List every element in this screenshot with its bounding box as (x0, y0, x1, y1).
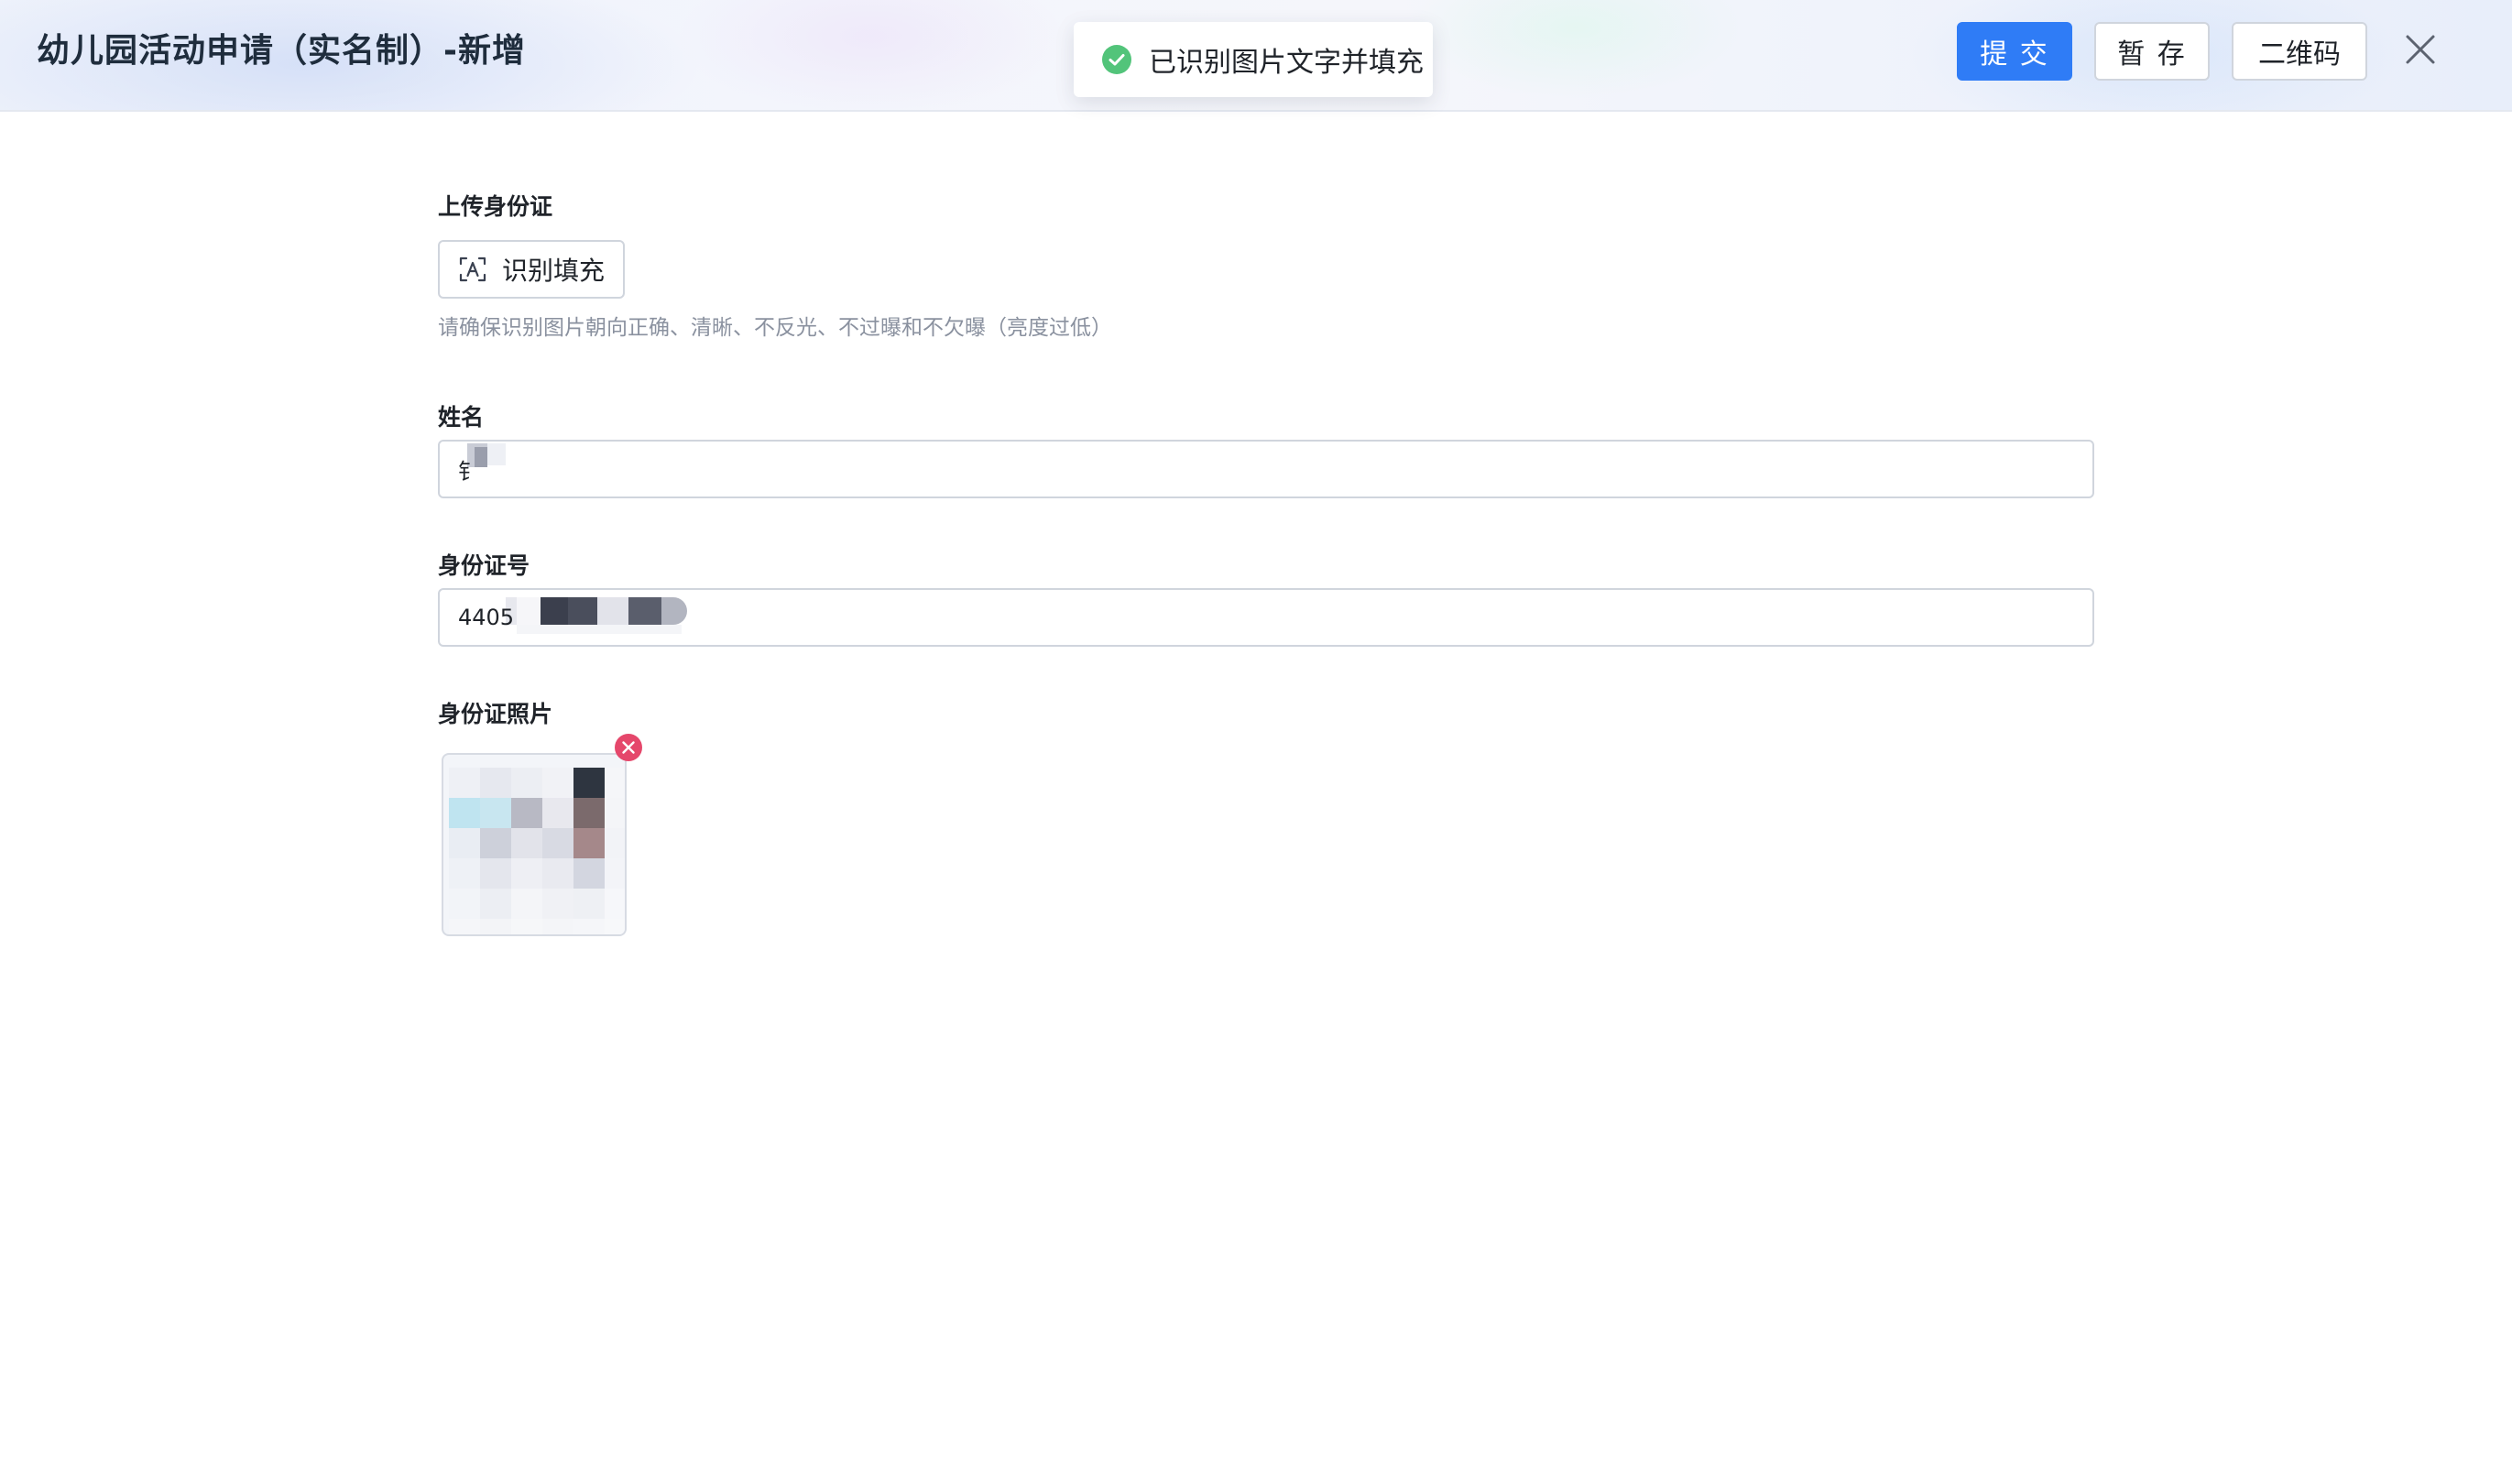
close-icon[interactable] (2402, 31, 2439, 68)
qrcode-button[interactable]: 二维码 (2232, 22, 2367, 81)
success-toast: 已识别图片文字并填充 (1074, 22, 1433, 97)
id-number-input[interactable]: 4405 (438, 588, 2094, 647)
upload-hint: 请确保识别图片朝向正确、清晰、不反光、不过曝和不欠曝（亮度过低） (438, 316, 1112, 340)
id-photo-mosaic (449, 768, 625, 934)
upload-id-label: 上传身份证 (438, 193, 553, 220)
id-number-value: 4405 (458, 605, 515, 630)
id-photo-thumbnail[interactable] (442, 753, 627, 936)
check-circle-icon (1102, 45, 1131, 74)
remove-photo-icon[interactable] (614, 733, 643, 762)
submit-button[interactable]: 提 交 (1957, 22, 2072, 81)
name-value: 钅 (458, 458, 480, 485)
page-title: 幼儿园活动申请（实名制）-新增 (37, 32, 526, 70)
ocr-fill-button[interactable]: 识别填充 (438, 240, 625, 299)
ocr-fill-label: 识别填充 (502, 256, 606, 286)
id-number-label: 身份证号 (438, 552, 530, 579)
name-label: 姓名 (438, 404, 485, 431)
id-photo-label: 身份证照片 (438, 701, 553, 727)
toast-message: 已识别图片文字并填充 (1149, 47, 1424, 79)
scan-text-icon (459, 256, 486, 282)
name-input[interactable]: 钅 (438, 440, 2094, 498)
save-draft-button[interactable]: 暂 存 (2094, 22, 2210, 81)
